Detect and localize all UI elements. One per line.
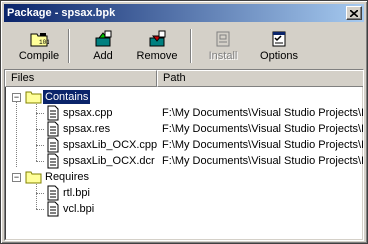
tree-connector — [36, 193, 44, 194]
file-name: spsax.cpp — [63, 107, 113, 119]
tree-file-item[interactable]: vcl.bpi — [45, 201, 96, 217]
tree-file-item[interactable]: spsaxLib_OCX.dcr — [45, 153, 157, 169]
add-icon — [95, 30, 112, 47]
install-button[interactable]: Install — [206, 27, 240, 65]
file-path: F:\My Documents\Visual Studio Projects\E — [162, 139, 364, 151]
tree-file-item[interactable]: spsax.cpp — [45, 105, 115, 121]
folder-icon — [25, 171, 42, 184]
remove-button[interactable]: Remove — [136, 27, 178, 65]
tree-connector — [36, 182, 37, 209]
tree-connector — [36, 129, 44, 130]
compile-button[interactable]: 1011 Compile — [18, 27, 60, 65]
package-tree-view[interactable]: Files Path − Contains spsax.cpp F:\My Do… — [4, 69, 364, 241]
file-name: spsax.res — [63, 123, 111, 135]
column-header-files[interactable]: Files — [5, 70, 157, 87]
file-path: F:\My Documents\Visual Studio Projects\E — [162, 107, 364, 119]
file-icon — [47, 153, 59, 169]
add-label: Add — [93, 50, 113, 62]
toolbar: 1011 Compile Add Remove — [4, 24, 364, 68]
tree-file-item[interactable]: spsax.res — [45, 121, 112, 137]
tree-file-item[interactable]: rtl.bpi — [45, 185, 92, 201]
tree-connector — [36, 161, 44, 162]
file-name: vcl.bpi — [63, 203, 95, 215]
file-icon — [47, 121, 59, 137]
file-icon — [47, 105, 59, 121]
file-name: spsaxLib_OCX.cpp — [63, 139, 158, 151]
column-header-path[interactable]: Path — [157, 70, 363, 87]
file-name: spsaxLib_OCX.dcr — [63, 155, 155, 167]
compile-icon: 1011 — [30, 33, 49, 47]
tree-node-requires[interactable]: Requires — [25, 169, 91, 185]
toolbar-separator — [68, 29, 70, 63]
remove-icon — [149, 30, 166, 47]
file-name: rtl.bpi — [63, 187, 90, 199]
options-icon — [272, 31, 286, 47]
compile-label: Compile — [18, 50, 60, 62]
options-button[interactable]: Options — [258, 27, 300, 65]
options-label: Options — [260, 50, 298, 62]
close-icon — [350, 9, 358, 17]
install-label: Install — [208, 50, 238, 62]
tree-connector — [36, 102, 37, 161]
tree-file-item[interactable]: spsaxLib_OCX.cpp — [45, 137, 159, 153]
collapse-contains-button[interactable]: − — [12, 93, 21, 102]
window-title: Package - spsax.bpk — [7, 7, 116, 19]
file-path: F:\My Documents\Visual Studio Projects\E — [162, 123, 364, 135]
add-button[interactable]: Add — [86, 27, 120, 65]
svg-text:1011: 1011 — [39, 39, 49, 46]
package-window: Package - spsax.bpk 1011 Compile Add — [0, 0, 368, 244]
tree-node-contains[interactable]: Contains — [25, 89, 92, 105]
collapse-requires-button[interactable]: − — [12, 173, 21, 182]
tree-node-label: Requires — [45, 171, 90, 183]
tree-connector — [16, 97, 17, 167]
tree-connector — [36, 113, 44, 114]
tree-connector — [36, 145, 44, 146]
file-icon — [47, 201, 59, 217]
tree-connector — [36, 209, 44, 210]
file-tree: − Contains spsax.cpp F:\My Documents\Vis… — [5, 87, 364, 237]
title-bar[interactable]: Package - spsax.bpk — [4, 4, 364, 22]
file-icon — [47, 185, 59, 201]
file-path: F:\My Documents\Visual Studio Projects\E — [162, 155, 364, 167]
folder-icon — [25, 91, 42, 104]
install-icon — [216, 31, 230, 47]
column-header: Files Path — [5, 70, 363, 87]
remove-label: Remove — [136, 50, 178, 62]
tree-node-label: Contains — [41, 89, 92, 105]
file-icon — [47, 137, 59, 153]
toolbar-separator — [190, 29, 192, 63]
close-button[interactable] — [346, 6, 362, 20]
